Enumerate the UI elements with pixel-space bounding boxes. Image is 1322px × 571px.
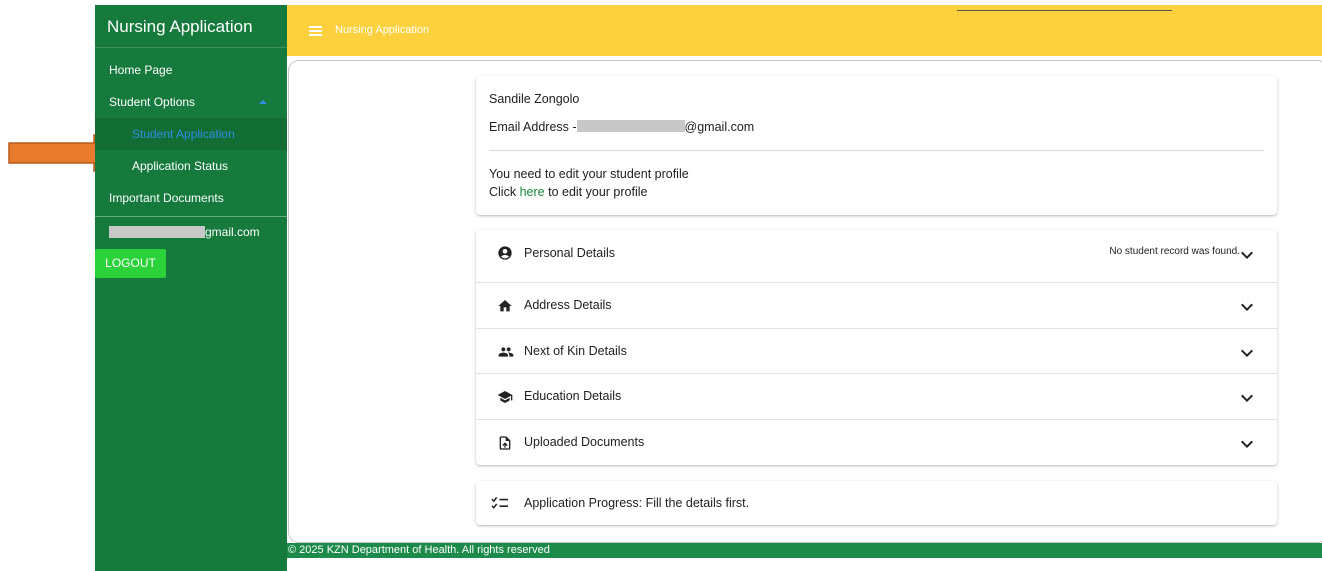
chevron-down-icon[interactable] [1241, 303, 1253, 311]
profile-edit-note: You need to edit your student profile Cl… [489, 165, 689, 201]
note-click-text: Click [489, 185, 517, 199]
application-progress-card: Application Progress: Fill the details f… [476, 481, 1277, 525]
sidebar-user-email: gmail.com [95, 217, 287, 247]
accordion-label: Address Details [524, 298, 612, 312]
sidebar-item-student-options[interactable]: Student Options [95, 86, 287, 118]
accordion-label: Next of Kin Details [524, 343, 627, 358]
footer: © 2025 KZN Department of Health. All rig… [287, 543, 1322, 558]
header-title: Nursing Application [335, 24, 430, 36]
upload-file-icon [499, 435, 511, 450]
graduation-cap-icon [497, 391, 513, 403]
status-message: No student record was found. [1109, 246, 1240, 257]
logout-button[interactable]: LOGOUT [95, 249, 166, 278]
accordion-label: Uploaded Documents [524, 434, 645, 449]
user-email-text: gmail.com [205, 225, 260, 239]
details-accordion: Personal Details No student record was f… [476, 230, 1277, 465]
note-rest-text: to edit your profile [548, 185, 648, 199]
chevron-down-icon[interactable] [1241, 251, 1253, 259]
edit-profile-link[interactable]: here [520, 185, 545, 199]
sidebar-item-important-documents[interactable]: Important Documents [95, 182, 287, 214]
checklist-icon [491, 496, 508, 509]
header-divider [957, 10, 1172, 11]
home-icon [498, 300, 512, 312]
menu-icon[interactable] [309, 26, 322, 36]
account-circle-icon [498, 246, 512, 260]
sidebar-app-title: Nursing Application [95, 5, 287, 48]
sidebar-item-application-status[interactable]: Application Status [95, 150, 287, 182]
chevron-down-icon[interactable] [1241, 440, 1253, 448]
accordion-label: Personal Details [524, 246, 616, 260]
sidebar-item-label: Student Options [109, 95, 196, 109]
accordion-uploaded-documents[interactable]: Uploaded Documents [476, 420, 1277, 466]
chevron-up-icon [259, 100, 267, 104]
email-prefix: Email Address - [489, 120, 577, 134]
sidebar-item-student-application[interactable]: Student Application [95, 118, 287, 150]
accordion-address-details[interactable]: Address Details [476, 283, 1277, 329]
profile-divider [489, 150, 1264, 151]
chevron-down-icon[interactable] [1241, 394, 1253, 402]
redacted-block [109, 226, 205, 238]
accordion-personal-details[interactable]: Personal Details No student record was f… [476, 230, 1277, 283]
redacted-block [576, 120, 685, 132]
sidebar: Nursing Application Home Page Student Op… [95, 5, 287, 571]
accordion-next-of-kin-details[interactable]: Next of Kin Details [476, 329, 1277, 374]
profile-note-line1: You need to edit your student profile [489, 167, 689, 181]
progress-label: Application Progress: Fill the details f… [524, 496, 750, 510]
profile-note-line2: Click here to edit your profile [489, 183, 689, 201]
student-name: Sandile Zongolo [489, 92, 580, 106]
profile-card: Sandile Zongolo Email Address - @gmail.co… [476, 76, 1277, 215]
people-icon [498, 346, 514, 357]
accordion-label: Education Details [524, 389, 622, 403]
sidebar-item-home[interactable]: Home Page [95, 54, 287, 86]
chevron-down-icon[interactable] [1241, 349, 1253, 357]
top-app-bar: Nursing Application [287, 5, 1322, 56]
accordion-education-details[interactable]: Education Details [476, 374, 1277, 420]
email-suffix: @gmail.com [684, 120, 755, 134]
student-email: Email Address - @gmail.com [489, 120, 754, 134]
